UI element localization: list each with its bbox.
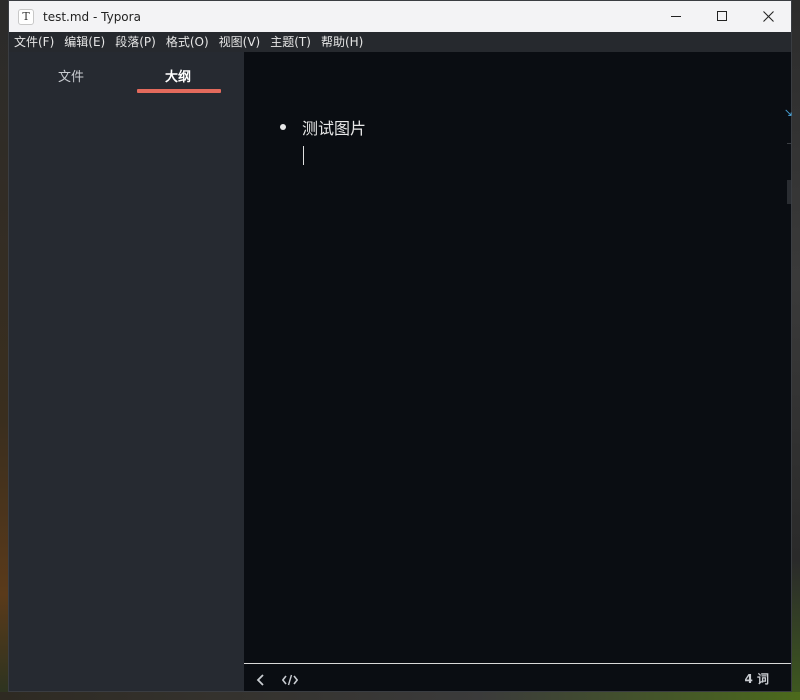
typora-window: T test.md - Typora 文件(F) 编辑(E) 段落(P) 格式(… xyxy=(8,0,793,692)
typora-app-icon: T xyxy=(18,8,34,25)
code-icon xyxy=(281,674,299,686)
desktop-background-right xyxy=(792,0,800,700)
menu-view[interactable]: 视图(V) xyxy=(214,32,266,52)
maximize-button[interactable] xyxy=(699,1,745,32)
menu-file[interactable]: 文件(F) xyxy=(9,32,59,52)
list-item-text[interactable]: 测试图片 xyxy=(302,115,366,139)
active-tab-indicator xyxy=(137,89,221,93)
word-count[interactable]: 4 词 xyxy=(744,670,769,687)
menu-paragraph[interactable]: 段落(P) xyxy=(110,32,161,52)
menu-help[interactable]: 帮助(H) xyxy=(316,32,368,52)
sidebar-tabs: 文件 大纲 xyxy=(9,52,244,94)
maximize-icon xyxy=(716,11,727,21)
status-bar: 4 词 xyxy=(244,663,791,691)
minimize-button[interactable] xyxy=(653,1,699,32)
menu-bar: 文件(F) 编辑(E) 段落(P) 格式(O) 视图(V) 主题(T) 帮助(H… xyxy=(9,32,791,52)
menu-edit[interactable]: 编辑(E) xyxy=(59,32,110,52)
edge-arrow-icon: ↘ xyxy=(783,106,793,119)
text-cursor xyxy=(303,146,304,165)
source-mode-button[interactable] xyxy=(281,671,299,690)
desktop-background-bottom xyxy=(0,692,800,700)
list-item[interactable]: 测试图片 xyxy=(280,115,366,139)
window-title: test.md - Typora xyxy=(43,9,141,24)
title-bar[interactable]: T test.md - Typora xyxy=(9,1,791,32)
menu-format[interactable]: 格式(O) xyxy=(161,32,214,52)
tab-outline[interactable]: 大纲 xyxy=(165,66,191,85)
desktop-background-left xyxy=(0,0,8,700)
window-controls xyxy=(653,1,791,32)
chevron-left-icon xyxy=(256,674,264,686)
editor-area[interactable]: 测试图片 ↘ xyxy=(244,52,793,663)
edge-scroll-segment xyxy=(787,180,791,204)
tab-files[interactable]: 文件 xyxy=(58,66,84,85)
toggle-sidebar-button[interactable] xyxy=(256,671,266,690)
close-button[interactable] xyxy=(745,1,791,32)
minimize-icon xyxy=(670,16,681,17)
edge-divider xyxy=(787,143,791,144)
close-icon xyxy=(762,11,774,22)
menu-theme[interactable]: 主题(T) xyxy=(265,32,316,52)
sidebar: 文件 大纲 xyxy=(9,52,244,691)
bullet-dot xyxy=(280,124,286,130)
